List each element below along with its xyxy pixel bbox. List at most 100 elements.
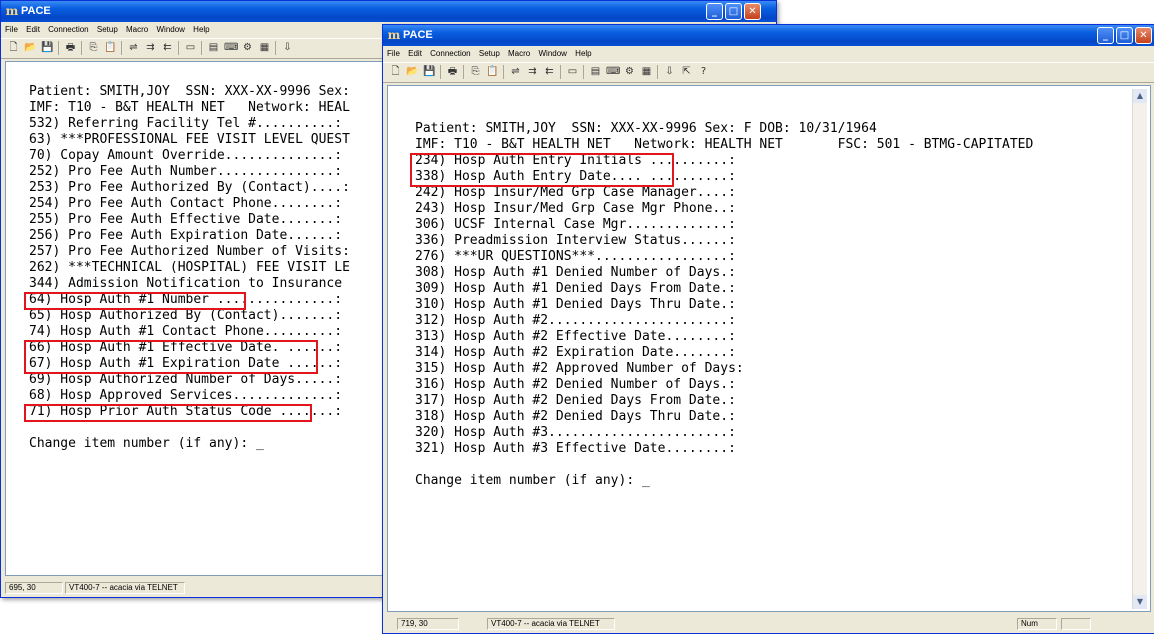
field-line: 532) Referring Facility Tel #..........: <box>29 116 343 131</box>
highlight-box <box>24 340 318 374</box>
send-icon[interactable]: ⇉ <box>526 65 539 78</box>
front-window[interactable]: m PACE _ □ ✕ File Edit Connection Setup … <box>382 24 1154 634</box>
field-line: 243) Hosp Insur/Med Grp Case Mgr Phone..… <box>415 201 736 216</box>
front-statusbar: 719, 30 VT400-7 -- acacia via TELNET Num <box>383 616 1154 633</box>
menu-setup[interactable]: Setup <box>97 22 118 37</box>
menu-file[interactable]: File <box>5 22 18 37</box>
toolbar-divider <box>121 41 122 55</box>
field-line: 257) Pro Fee Authorized Number of Visits… <box>29 244 350 259</box>
toolbar-divider <box>178 41 179 55</box>
save-icon[interactable]: 💾 <box>423 65 436 78</box>
close-button[interactable]: ✕ <box>1135 27 1152 44</box>
field-line: 242) Hosp Insur/Med Grp Case Manager....… <box>415 185 736 200</box>
app-logo-icon: m <box>387 28 401 42</box>
front-titlebar[interactable]: m PACE _ □ ✕ <box>383 25 1154 46</box>
menu-macro[interactable]: Macro <box>126 22 148 37</box>
field-line: 344) Admission Notification to Insurance <box>29 276 343 291</box>
maximize-button[interactable]: □ <box>725 3 742 20</box>
menu-connection[interactable]: Connection <box>430 46 470 61</box>
back-window-title: PACE <box>21 5 51 17</box>
copy-icon[interactable]: ⎘ <box>469 65 482 78</box>
toolbar-divider <box>657 65 658 79</box>
macro-icon[interactable]: ⚙ <box>241 41 254 54</box>
toolbar-divider <box>58 41 59 55</box>
toolbar-divider <box>275 41 276 55</box>
maximize-button[interactable]: □ <box>1116 27 1133 44</box>
scroll-up-icon[interactable]: ▲ <box>1133 89 1147 103</box>
minimize-button[interactable]: _ <box>706 3 723 20</box>
settings-icon[interactable]: ▤ <box>207 41 220 54</box>
toolbar-divider <box>463 65 464 79</box>
field-line: 313) Hosp Auth #2 Effective Date........… <box>415 329 736 344</box>
save-icon[interactable]: 💾 <box>41 41 54 54</box>
field-line: 253) Pro Fee Authorized By (Contact)....… <box>29 180 350 195</box>
open-icon[interactable]: 📂 <box>24 41 37 54</box>
field-line: 276) ***UR QUESTIONS***.................… <box>415 249 736 264</box>
imf-line: IMF: T10 - B&T HEALTH NET Network: HEAL <box>29 100 350 115</box>
display-icon[interactable]: ▭ <box>184 41 197 54</box>
field-line: 252) Pro Fee Auth Number...............: <box>29 164 343 179</box>
open-icon[interactable]: 📂 <box>406 65 419 78</box>
display-icon[interactable]: ▭ <box>566 65 579 78</box>
calculator-icon[interactable]: ▦ <box>258 41 271 54</box>
minimize-button[interactable]: _ <box>1097 27 1114 44</box>
front-window-title: PACE <box>403 29 433 41</box>
new-icon[interactable]: 🗋 <box>389 65 402 78</box>
send-icon[interactable]: ⇉ <box>144 41 157 54</box>
terminal-type: VT400-7 -- acacia via TELNET <box>65 582 185 594</box>
macro-icon[interactable]: ⚙ <box>623 65 636 78</box>
field-line: 320) Hosp Auth #3.......................… <box>415 425 736 440</box>
paste-icon[interactable]: 📋 <box>486 65 499 78</box>
field-line: 308) Hosp Auth #1 Denied Number of Days.… <box>415 265 736 280</box>
scroll-down-icon[interactable]: ▼ <box>1133 595 1147 609</box>
menu-help[interactable]: Help <box>575 46 591 61</box>
field-line: 317) Hosp Auth #2 Denied Days From Date.… <box>415 393 736 408</box>
menu-connection[interactable]: Connection <box>48 22 88 37</box>
field-line: 70) Copay Amount Override..............: <box>29 148 343 163</box>
vertical-scrollbar[interactable]: ▲ ▼ <box>1132 89 1147 609</box>
pointer-icon[interactable]: ⇱ <box>680 65 693 78</box>
menu-window[interactable]: Window <box>538 46 566 61</box>
patient-line: Patient: SMITH,JOY SSN: XXX-XX-9996 Sex: <box>29 84 350 99</box>
front-menubar: File Edit Connection Setup Macro Window … <box>383 46 1154 61</box>
connect-icon[interactable]: ⇌ <box>509 65 522 78</box>
menu-help[interactable]: Help <box>193 22 209 37</box>
close-button[interactable]: ✕ <box>744 3 761 20</box>
transfer-icon[interactable]: ⇩ <box>663 65 676 78</box>
print-icon[interactable]: 🖶 <box>64 41 77 54</box>
menu-macro[interactable]: Macro <box>508 46 530 61</box>
highlight-box <box>410 153 674 187</box>
menu-edit[interactable]: Edit <box>408 46 422 61</box>
connect-icon[interactable]: ⇌ <box>127 41 140 54</box>
copy-icon[interactable]: ⎘ <box>87 41 100 54</box>
new-icon[interactable]: 🗋 <box>7 41 20 54</box>
back-titlebar[interactable]: m PACE _ □ ✕ <box>1 1 776 22</box>
keyboard-icon[interactable]: ⌨ <box>224 41 238 54</box>
transfer-icon[interactable]: ⇩ <box>281 41 294 54</box>
receive-icon[interactable]: ⇇ <box>161 41 174 54</box>
change-item-prompt[interactable]: Change item number (if any): _ <box>415 473 650 489</box>
settings-icon[interactable]: ▤ <box>589 65 602 78</box>
toolbar-divider <box>503 65 504 79</box>
keyboard-icon[interactable]: ⌨ <box>606 65 620 78</box>
field-line: 315) Hosp Auth #2 Approved Number of Day… <box>415 361 744 376</box>
terminal-type: VT400-7 -- acacia via TELNET <box>487 618 615 630</box>
field-line: 69) Hosp Authorized Number of Days.....: <box>29 372 343 387</box>
help-icon[interactable]: ? <box>697 65 710 78</box>
receive-icon[interactable]: ⇇ <box>543 65 556 78</box>
menu-file[interactable]: File <box>387 46 400 61</box>
cursor-position: 695, 30 <box>5 582 63 594</box>
field-line: 316) Hosp Auth #2 Denied Number of Days.… <box>415 377 736 392</box>
field-line: 336) Preadmission Interview Status......… <box>415 233 736 248</box>
menu-edit[interactable]: Edit <box>26 22 40 37</box>
paste-icon[interactable]: 📋 <box>104 41 117 54</box>
calculator-icon[interactable]: ▦ <box>640 65 653 78</box>
field-line: 262) ***TECHNICAL (HOSPITAL) FEE VISIT L… <box>29 260 350 275</box>
print-icon[interactable]: 🖶 <box>446 65 459 78</box>
front-terminal-screen[interactable]: Patient: SMITH,JOY SSN: XXX-XX-9996 Sex:… <box>387 85 1151 612</box>
patient-line: Patient: SMITH,JOY SSN: XXX-XX-9996 Sex:… <box>415 121 877 136</box>
menu-setup[interactable]: Setup <box>479 46 500 61</box>
toolbar-divider <box>440 65 441 79</box>
menu-window[interactable]: Window <box>156 22 184 37</box>
change-item-prompt[interactable]: Change item number (if any): _ <box>29 436 264 452</box>
